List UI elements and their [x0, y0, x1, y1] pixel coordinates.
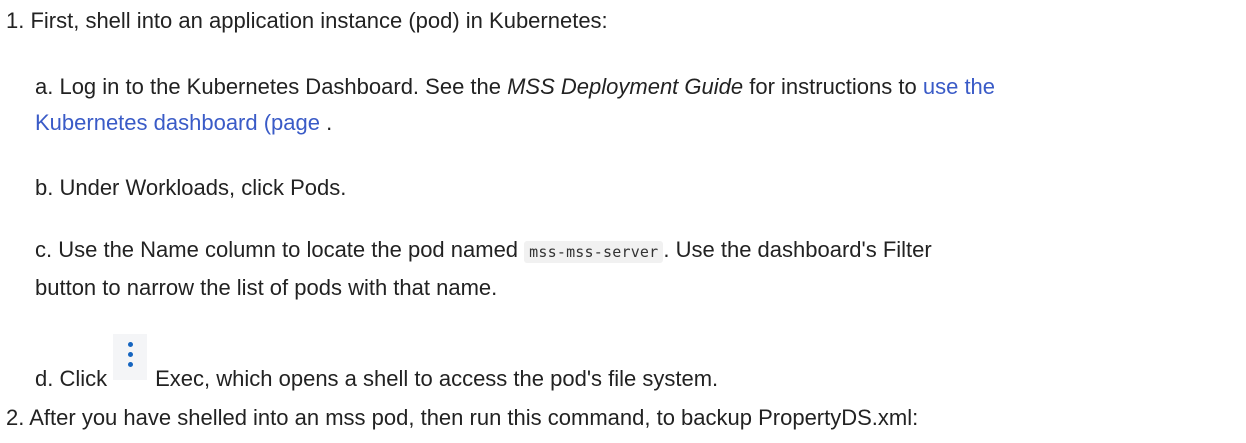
step-1a-text-start: a. Log in to the Kubernetes Dashboard. S…: [35, 74, 508, 99]
step-1d-text-end: Exec, which opens a shell to access the …: [155, 366, 719, 391]
step-1c-text-middle: . Use the dashboard's Filter: [663, 237, 932, 262]
step-1d: d. Click Exec, which opens a shell to acc…: [35, 334, 1235, 397]
pod-name-code: mss-mss-server: [524, 241, 664, 263]
step-2-heading: 2. After you have shelled into an mss po…: [6, 405, 919, 430]
step-1-heading: 1. First, shell into an application inst…: [6, 8, 608, 33]
step-1a-text-middle: for instructions to: [743, 74, 923, 99]
step-1c-text-end: button to narrow the list of pods with t…: [35, 275, 498, 300]
kubernetes-dashboard-link-part1[interactable]: use the: [923, 74, 995, 99]
step-1c: c. Use the Name column to locate the pod…: [35, 232, 1235, 306]
step-1a-text-end: .: [320, 110, 333, 135]
deployment-guide-title: MSS Deployment Guide: [507, 74, 744, 99]
step-1d-text-start: d. Click: [35, 366, 108, 391]
step-1c-text-start: c. Use the Name column to locate the pod…: [35, 237, 525, 262]
kubernetes-dashboard-link-part2[interactable]: Kubernetes dashboard (page: [35, 110, 320, 135]
kebab-menu-icon: [113, 334, 148, 380]
step-1b: b. Under Workloads, click Pods.: [35, 175, 347, 200]
step-1a: a. Log in to the Kubernetes Dashboard. S…: [35, 69, 1235, 141]
